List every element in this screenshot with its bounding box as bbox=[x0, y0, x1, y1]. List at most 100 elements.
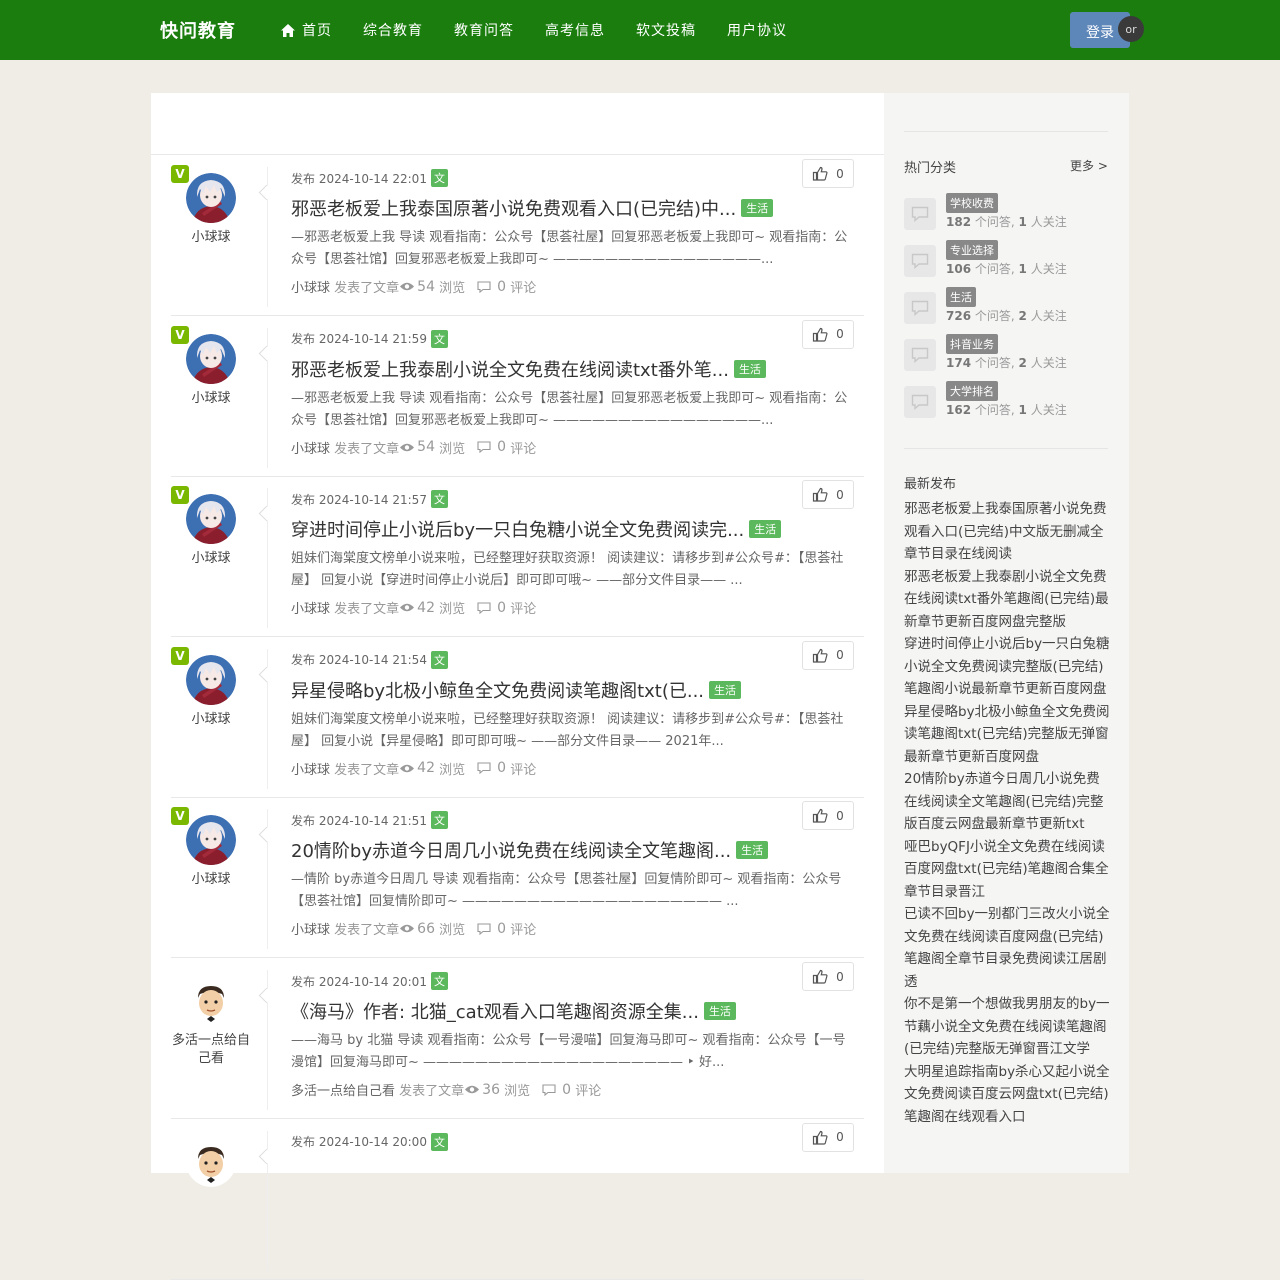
like-button[interactable]: 0 bbox=[802, 801, 854, 831]
user-avatar[interactable] bbox=[186, 976, 236, 1026]
stats-author[interactable]: 小球球 bbox=[291, 438, 330, 457]
stats-author[interactable]: 小球球 bbox=[291, 919, 330, 938]
category-tag[interactable]: 生活 bbox=[749, 520, 782, 539]
article-title[interactable]: 穿进时间停止小说后by一只白兔糖小说全文免费阅读完... bbox=[291, 516, 744, 542]
chat-bubble-icon[interactable] bbox=[904, 339, 936, 371]
sidebar: 热门分类 更多 > 学校收费 182 个问答, 1 人关注 专业选择 106 个问答,… bbox=[884, 93, 1129, 1173]
more-link[interactable]: 更多 > bbox=[1070, 157, 1108, 174]
author-block: V 小球球 bbox=[171, 325, 251, 408]
category-tag[interactable]: 生活 bbox=[709, 680, 742, 699]
follower-label: 人关注 bbox=[1030, 215, 1067, 229]
latest-article-link[interactable]: 穿进时间停止小说后by一只白兔糖小说全文免费阅读完整版(已完结)笔趣阁小说最新章… bbox=[904, 633, 1110, 701]
comment-label[interactable]: 评论 bbox=[510, 598, 536, 617]
comment-icon bbox=[477, 280, 491, 293]
latest-article-link[interactable]: 你不是第一个想做我男朋友的by一节藕小说全文免费在线阅读笔趣阁(已完结)完整版无… bbox=[904, 993, 1110, 1061]
category-tag[interactable]: 生活 bbox=[946, 287, 976, 307]
publish-meta: 发布 2024-10-14 22:01 文 bbox=[291, 169, 448, 187]
category-tag[interactable]: 生活 bbox=[741, 199, 774, 217]
comment-label[interactable]: 评论 bbox=[575, 1080, 601, 1099]
nav-submit-article[interactable]: 软文投稿 bbox=[636, 20, 696, 40]
article-title[interactable]: 邪恶老板爱上我泰国原著小说免费观看入口(已完结)中... bbox=[291, 195, 736, 221]
user-avatar[interactable] bbox=[186, 173, 236, 223]
like-button[interactable]: 0 bbox=[802, 319, 854, 349]
stats-author[interactable]: 小球球 bbox=[291, 277, 330, 296]
latest-article-link[interactable]: 邪恶老板爱上我泰国原著小说免费观看入口(已完结)中文版无删减全章节目录在线阅读 bbox=[904, 498, 1110, 566]
article-type-tag: 文 bbox=[430, 811, 448, 830]
question-count: 174 bbox=[946, 356, 972, 370]
like-button[interactable]: 0 bbox=[802, 480, 854, 510]
question-count: 726 bbox=[946, 309, 972, 323]
thumbs-up-icon bbox=[813, 488, 828, 502]
like-button[interactable]: 0 bbox=[802, 159, 854, 188]
question-count: 182 bbox=[946, 215, 972, 229]
publish-meta: 发布 2024-10-14 21:51 文 bbox=[291, 811, 448, 830]
view-count: 54 bbox=[417, 439, 435, 456]
category-tag[interactable]: 大学排名 bbox=[946, 381, 998, 401]
nav-gaokao-info[interactable]: 高考信息 bbox=[545, 20, 605, 40]
comment-icon bbox=[542, 1083, 556, 1096]
latest-article-link[interactable]: 已读不回by一别都门三改火小说全文免费在线阅读百度网盘(已完结)笔趣阁全章节目录… bbox=[904, 903, 1110, 993]
separator bbox=[267, 970, 268, 1110]
user-avatar[interactable] bbox=[186, 494, 236, 545]
category-item: 抖音业务 174 个问答, 2 人关注 bbox=[904, 334, 1114, 376]
article-item: 多活一点给自己看 发布 2024-10-14 20:01 文 0 《海马》作者: 北猫_… bbox=[171, 958, 864, 1119]
publish-date: 发布 2024-10-14 21:57 bbox=[291, 492, 427, 507]
comment-label[interactable]: 评论 bbox=[510, 438, 536, 457]
user-avatar[interactable] bbox=[186, 1136, 236, 1187]
category-tag[interactable]: 生活 bbox=[703, 1002, 736, 1020]
author-name[interactable]: 小球球 bbox=[171, 871, 251, 889]
comment-label[interactable]: 评论 bbox=[510, 919, 536, 938]
nav-user-agreement[interactable]: 用户协议 bbox=[727, 20, 787, 40]
like-button[interactable]: 0 bbox=[802, 1122, 854, 1152]
article-title[interactable]: 异星侵略by北极小鲸鱼全文免费阅读笔趣阁txt(已... bbox=[291, 677, 704, 703]
site-logo[interactable]: 快问教育 bbox=[160, 17, 236, 43]
category-tag[interactable]: 专业选择 bbox=[946, 240, 998, 260]
latest-title: 最新发布 bbox=[904, 477, 957, 492]
latest-article-link[interactable]: 异星侵略by北极小鲸鱼全文免费阅读笔趣阁txt(已完结)完整版无弹窗最新章节更新… bbox=[904, 701, 1110, 769]
chat-bubble-icon[interactable] bbox=[904, 198, 936, 230]
latest-article-link[interactable]: 邪恶老板爱上我泰剧小说全文免费在线阅读txt番外笔趣阁(已完结)最新章节更新百度… bbox=[904, 566, 1110, 634]
like-button[interactable]: 0 bbox=[802, 640, 854, 670]
verified-badge-icon: V bbox=[171, 486, 189, 505]
latest-article-link[interactable]: 哑巴byQFJ小说全文免费在线阅读百度网盘txt(已完结)笔趣阁合集全章节目录晋… bbox=[904, 836, 1110, 904]
nav-home[interactable]: 首页 bbox=[280, 20, 332, 40]
stats-author[interactable]: 小球球 bbox=[291, 759, 330, 778]
nav-education-qa[interactable]: 教育问答 bbox=[454, 20, 514, 40]
user-avatar[interactable] bbox=[186, 654, 236, 705]
category-stats: 162 个问答, 1 人关注 bbox=[946, 401, 1067, 418]
chat-bubble-icon[interactable] bbox=[904, 245, 936, 277]
comment-icon bbox=[477, 923, 491, 935]
stats-author[interactable]: 小球球 bbox=[291, 598, 330, 617]
stats-author[interactable]: 多活一点给自己看 bbox=[291, 1080, 395, 1099]
comment-count: 0 bbox=[497, 599, 507, 616]
article-title[interactable]: 邪恶老板爱上我泰剧小说全文免费在线阅读txt番外笔... bbox=[291, 356, 729, 382]
comment-label[interactable]: 评论 bbox=[510, 759, 536, 778]
latest-article-link[interactable]: 20情阶by赤道今日周几小说免费在线阅读全文笔趣阁(已完结)完整版百度云网盘最新… bbox=[904, 768, 1110, 836]
author-name[interactable]: 小球球 bbox=[171, 229, 251, 247]
eye-icon bbox=[400, 443, 415, 451]
publish-date: 发布 2024-10-14 21:59 bbox=[291, 332, 427, 347]
user-avatar[interactable] bbox=[186, 815, 236, 866]
publish-meta: 发布 2024-10-14 21:59 文 bbox=[291, 329, 448, 348]
thumbs-up-icon bbox=[813, 648, 828, 663]
comment-label[interactable]: 评论 bbox=[510, 277, 536, 296]
category-tag[interactable]: 生活 bbox=[736, 841, 769, 860]
article-title[interactable]: 20情阶by赤道今日周几小说免费在线阅读全文笔趣阁... bbox=[291, 837, 731, 863]
publish-date: 发布 2024-10-14 22:01 bbox=[291, 171, 427, 186]
view-count: 36 bbox=[482, 1081, 500, 1098]
category-tag[interactable]: 学校收费 bbox=[946, 193, 998, 213]
article-item: V 小球球 发布 2024-10-14 21:57 文 0 穿进时间停止小说后by一只白兔… bbox=[171, 476, 864, 638]
chat-bubble-icon[interactable] bbox=[904, 386, 936, 418]
author-name[interactable]: 小球球 bbox=[171, 550, 251, 568]
chat-bubble-icon[interactable] bbox=[904, 292, 936, 324]
like-button[interactable]: 0 bbox=[802, 962, 854, 991]
article-title[interactable]: 《海马》作者: 北猫_cat观看入口笔趣阁资源全集... bbox=[291, 998, 699, 1024]
category-tag[interactable]: 生活 bbox=[733, 359, 766, 378]
author-name[interactable]: 多活一点给自己看 bbox=[171, 1032, 251, 1068]
category-tag[interactable]: 抖音业务 bbox=[946, 334, 998, 354]
author-name[interactable]: 小球球 bbox=[171, 711, 251, 729]
user-avatar[interactable] bbox=[186, 333, 236, 384]
author-name[interactable]: 小球球 bbox=[171, 390, 251, 408]
nav-general-education[interactable]: 综合教育 bbox=[363, 20, 423, 40]
latest-article-link[interactable]: 大明星追踪指南by杀心又起小说全文免费阅读百度云网盘txt(已完结)笔趣阁在线观… bbox=[904, 1061, 1110, 1129]
